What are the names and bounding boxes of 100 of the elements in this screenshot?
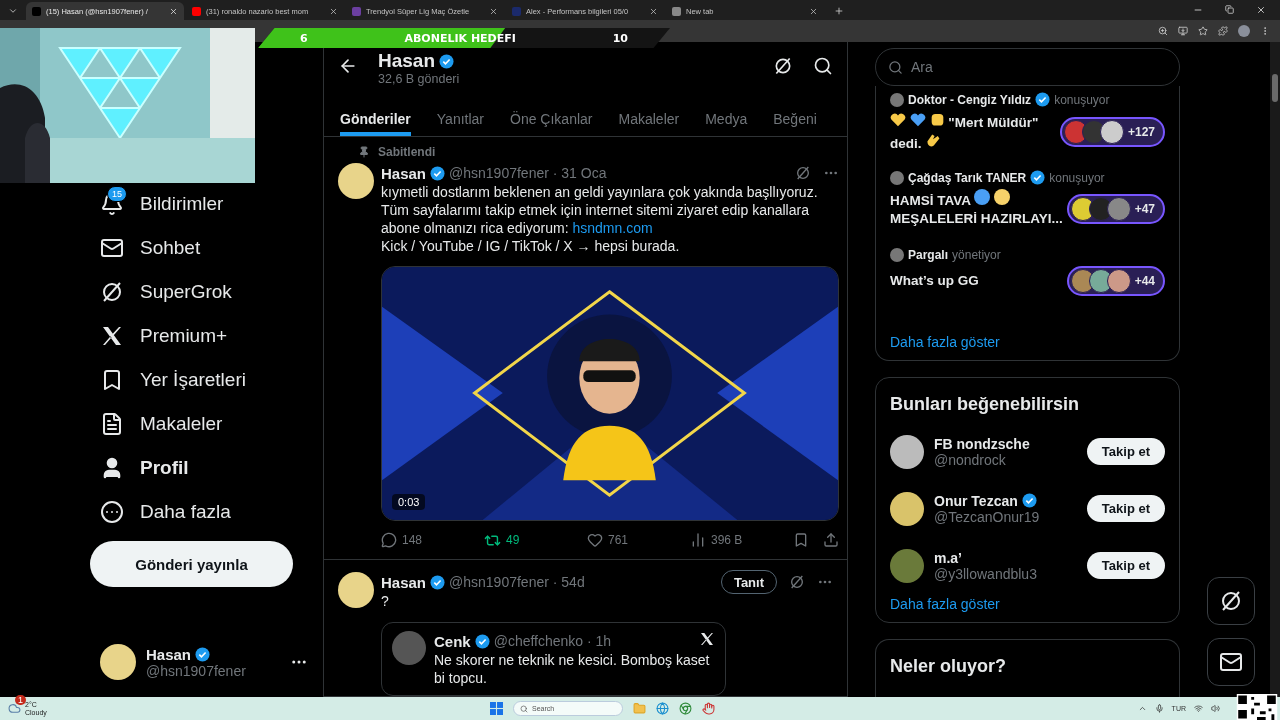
space-title-text: "Mert Müldür" dedi. xyxy=(890,115,1039,151)
show-more-link[interactable]: Daha fazla göster xyxy=(890,334,1165,350)
nav-item[interactable]: Profil xyxy=(90,446,323,490)
profile-tab[interactable]: Yanıtlar xyxy=(436,101,484,136)
more-icon xyxy=(100,500,124,524)
browser-icon[interactable] xyxy=(656,702,669,715)
like-button[interactable]: 761 xyxy=(587,532,690,548)
profile-name: Hasan xyxy=(378,50,436,72)
space-title-text: MEŞALELERİ HAZIRLAYI... xyxy=(890,211,1063,226)
tab-search-icon[interactable] xyxy=(8,6,18,16)
avatar xyxy=(890,548,924,583)
space-title-text: What’s up GG xyxy=(890,273,979,288)
slashed-circle-icon xyxy=(100,280,124,304)
nav-item[interactable]: SuperGrok xyxy=(90,270,323,314)
profile-tab[interactable]: Gönderiler xyxy=(340,101,411,136)
close-icon[interactable] xyxy=(489,6,498,16)
website-link[interactable]: hsndmn.com xyxy=(572,220,653,236)
post-button[interactable]: Gönderi yayınla xyxy=(90,541,293,587)
nav-item[interactable]: Yer İşaretleri xyxy=(90,358,323,402)
chrome-icon[interactable] xyxy=(679,702,692,715)
search-placeholder: Ara xyxy=(911,59,933,75)
favicon-icon xyxy=(352,6,361,16)
account-name: Hasan xyxy=(146,645,192,663)
profile-tab[interactable]: Makaleler xyxy=(618,101,680,136)
bar-chart-icon xyxy=(690,532,706,548)
post-text: ? xyxy=(381,592,390,610)
search-icon[interactable] xyxy=(813,56,833,76)
post-count: 32,6 B gönderi xyxy=(378,72,460,86)
star-icon[interactable] xyxy=(1198,26,1208,36)
nav-item[interactable]: Daha fazla xyxy=(90,490,323,534)
x-logo-icon xyxy=(699,631,715,647)
bookmark-icon[interactable] xyxy=(793,532,809,548)
avatar xyxy=(890,434,924,469)
follow-button[interactable]: Takip et xyxy=(1086,495,1165,522)
avatar xyxy=(1106,196,1131,221)
author-name: Hasan xyxy=(381,573,427,591)
reply-icon xyxy=(381,532,397,548)
video-duration: 0:03 xyxy=(392,494,426,510)
weather-badge: 1 xyxy=(15,694,26,705)
user-handle: @nondrock xyxy=(934,451,1007,468)
space-item[interactable]: Çağdaş Tarık TANER konuşuyor HAMSİ TAVA MEŞALELERİ HAZIRLAYI... +47 xyxy=(890,170,1165,248)
install-icon[interactable] xyxy=(1178,26,1188,36)
profile-tab[interactable]: Medya xyxy=(705,101,748,136)
profile-avatar[interactable] xyxy=(1238,25,1250,37)
post-meta: @hsn1907fener · 31 Oca xyxy=(449,165,607,181)
avatar xyxy=(890,170,904,185)
slashed-circle-icon xyxy=(1219,589,1243,613)
new-tab-icon[interactable] xyxy=(834,6,844,16)
windows-icon[interactable] xyxy=(490,702,503,715)
extensions-icon[interactable] xyxy=(1218,26,1228,36)
follow-button[interactable]: Takip et xyxy=(1086,552,1165,579)
nav-item[interactable]: Sohbet xyxy=(90,226,323,270)
quote-text: Ne skorer ne teknik ne kesici. Bomboş kaset bi topcu. xyxy=(434,651,711,687)
pin-icon xyxy=(358,146,370,158)
space-item[interactable]: Doktor - Cengiz Yıldız konuşuyor "Mert Müldür" dedi. +127 xyxy=(890,92,1165,170)
close-icon[interactable] xyxy=(809,6,818,16)
reply-button[interactable]: 148 xyxy=(381,532,484,548)
views-button[interactable]: 396 B xyxy=(690,532,793,548)
favicon-icon xyxy=(672,6,681,16)
close-icon[interactable] xyxy=(1256,5,1266,15)
notification-badge: 15 xyxy=(107,186,127,202)
favicon-icon xyxy=(512,6,521,16)
avatar xyxy=(890,248,904,262)
space-title-text: HAMSİ TAVA xyxy=(890,193,971,208)
space-item[interactable]: Pargalı yönetiyor What’s up GG +44 xyxy=(890,248,1165,326)
document-icon xyxy=(100,412,124,436)
card-title: Bunları beğenebilirsin xyxy=(890,393,1081,416)
avatar xyxy=(890,491,924,526)
app-icon[interactable] xyxy=(702,702,715,715)
close-icon[interactable] xyxy=(169,6,178,16)
listeners-pill: +44 xyxy=(1066,266,1165,296)
host-name: Pargalı xyxy=(908,248,949,262)
profile-tab[interactable]: Öne Çıkanlar xyxy=(510,101,593,136)
zoom-icon[interactable] xyxy=(1158,26,1168,36)
follow-button[interactable]: Takip et xyxy=(1086,438,1165,465)
user-name: FB nondzsche xyxy=(934,435,1030,452)
slashed-circle-icon xyxy=(795,165,811,181)
close-icon[interactable] xyxy=(649,6,658,16)
mail-icon xyxy=(100,236,124,260)
show-more-link[interactable]: Daha fazla göster xyxy=(890,596,1165,612)
nav-item[interactable]: 15 Bildirimler xyxy=(90,182,323,226)
profile-tab[interactable]: Beğeni xyxy=(773,101,817,136)
nav-item[interactable]: Makaleler xyxy=(90,402,323,446)
tray-chevron-icon[interactable] xyxy=(1137,704,1147,713)
weather-icon xyxy=(8,702,21,715)
restore-icon[interactable] xyxy=(1225,5,1234,14)
avatar xyxy=(100,644,136,680)
search-icon xyxy=(520,704,528,713)
post-meta: @cheffchenko · 1h xyxy=(493,633,612,649)
listeners-pill: +127 xyxy=(1059,117,1165,147)
pinned-label: Sabitlendi xyxy=(378,145,436,159)
grok-button[interactable] xyxy=(1207,577,1255,625)
nav-item[interactable]: Premium+ xyxy=(90,314,323,358)
share-icon[interactable] xyxy=(823,532,839,548)
close-icon[interactable] xyxy=(329,6,338,16)
repost-button[interactable]: 49 xyxy=(484,531,587,549)
goal-start: 6 xyxy=(300,31,308,45)
user-name: m.a’ xyxy=(934,549,962,566)
post-text: kıymetli dostlarım beklenen an geldi yayınlara çok yakında başllıyoruz. Tüm sayfalarımı takip etmek için internet sitemi ziyaret edip kanallara abone olmanızı rica ediyorum: hsndmn.com xyxy=(381,183,819,237)
messages-button[interactable] xyxy=(1207,638,1255,686)
